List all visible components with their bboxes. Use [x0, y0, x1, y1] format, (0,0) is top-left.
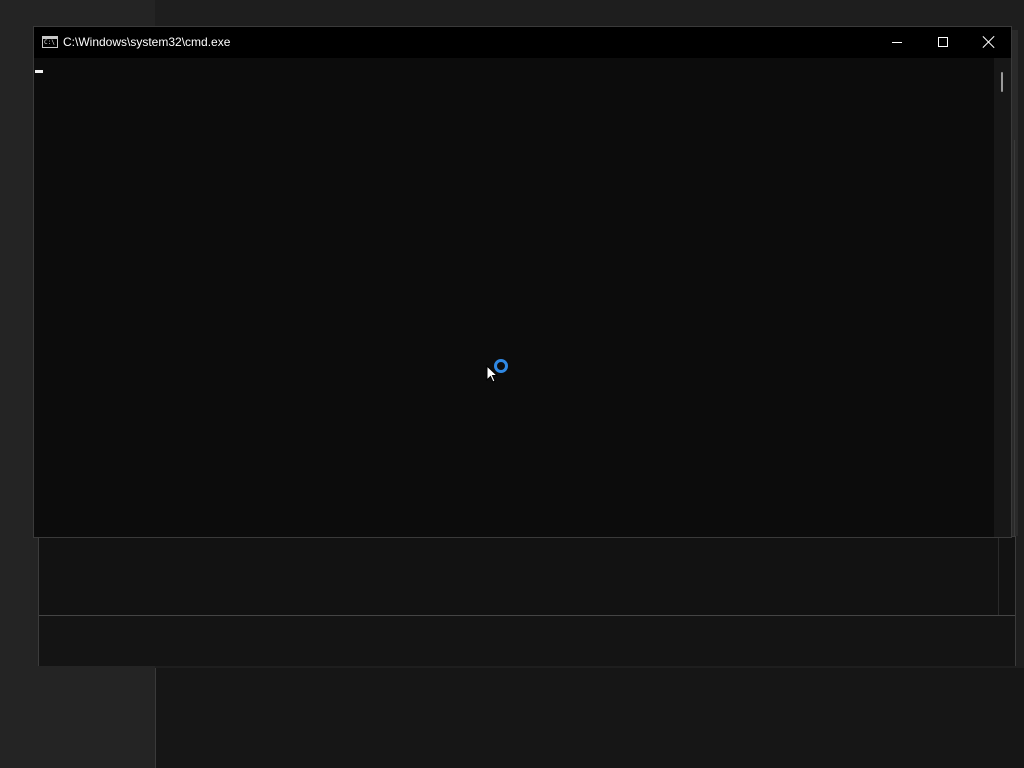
console-app-icon[interactable]: C:\	[42, 36, 58, 48]
close-icon	[982, 35, 996, 49]
console-output-area[interactable]	[34, 58, 994, 537]
background-window	[38, 536, 1016, 666]
window-title: C:\Windows\system32\cmd.exe	[63, 35, 231, 49]
console-app-icon-label: C:\	[44, 39, 55, 46]
vertical-scrollbar[interactable]	[994, 58, 1011, 537]
desktop: C:\ C:\Windows\system32\cmd.exe	[0, 0, 1024, 768]
title-bar[interactable]: C:\ C:\Windows\system32\cmd.exe	[34, 27, 1011, 58]
minimize-icon	[892, 42, 902, 43]
window-shadow	[1012, 30, 1018, 536]
maximize-button[interactable]	[920, 27, 966, 58]
mouse-pointer-icon	[486, 365, 498, 383]
minimize-button[interactable]	[874, 27, 920, 58]
text-cursor	[35, 70, 43, 73]
background-window-footer	[39, 616, 1015, 666]
background-bottom-area	[156, 668, 1024, 768]
maximize-icon	[938, 37, 948, 47]
scrollbar-thumb[interactable]	[1001, 72, 1003, 92]
close-button[interactable]	[966, 27, 1012, 58]
background-window-edge	[998, 537, 999, 615]
cmd-window[interactable]: C:\ C:\Windows\system32\cmd.exe	[33, 26, 1012, 538]
window-shadow-edge	[1014, 140, 1015, 536]
